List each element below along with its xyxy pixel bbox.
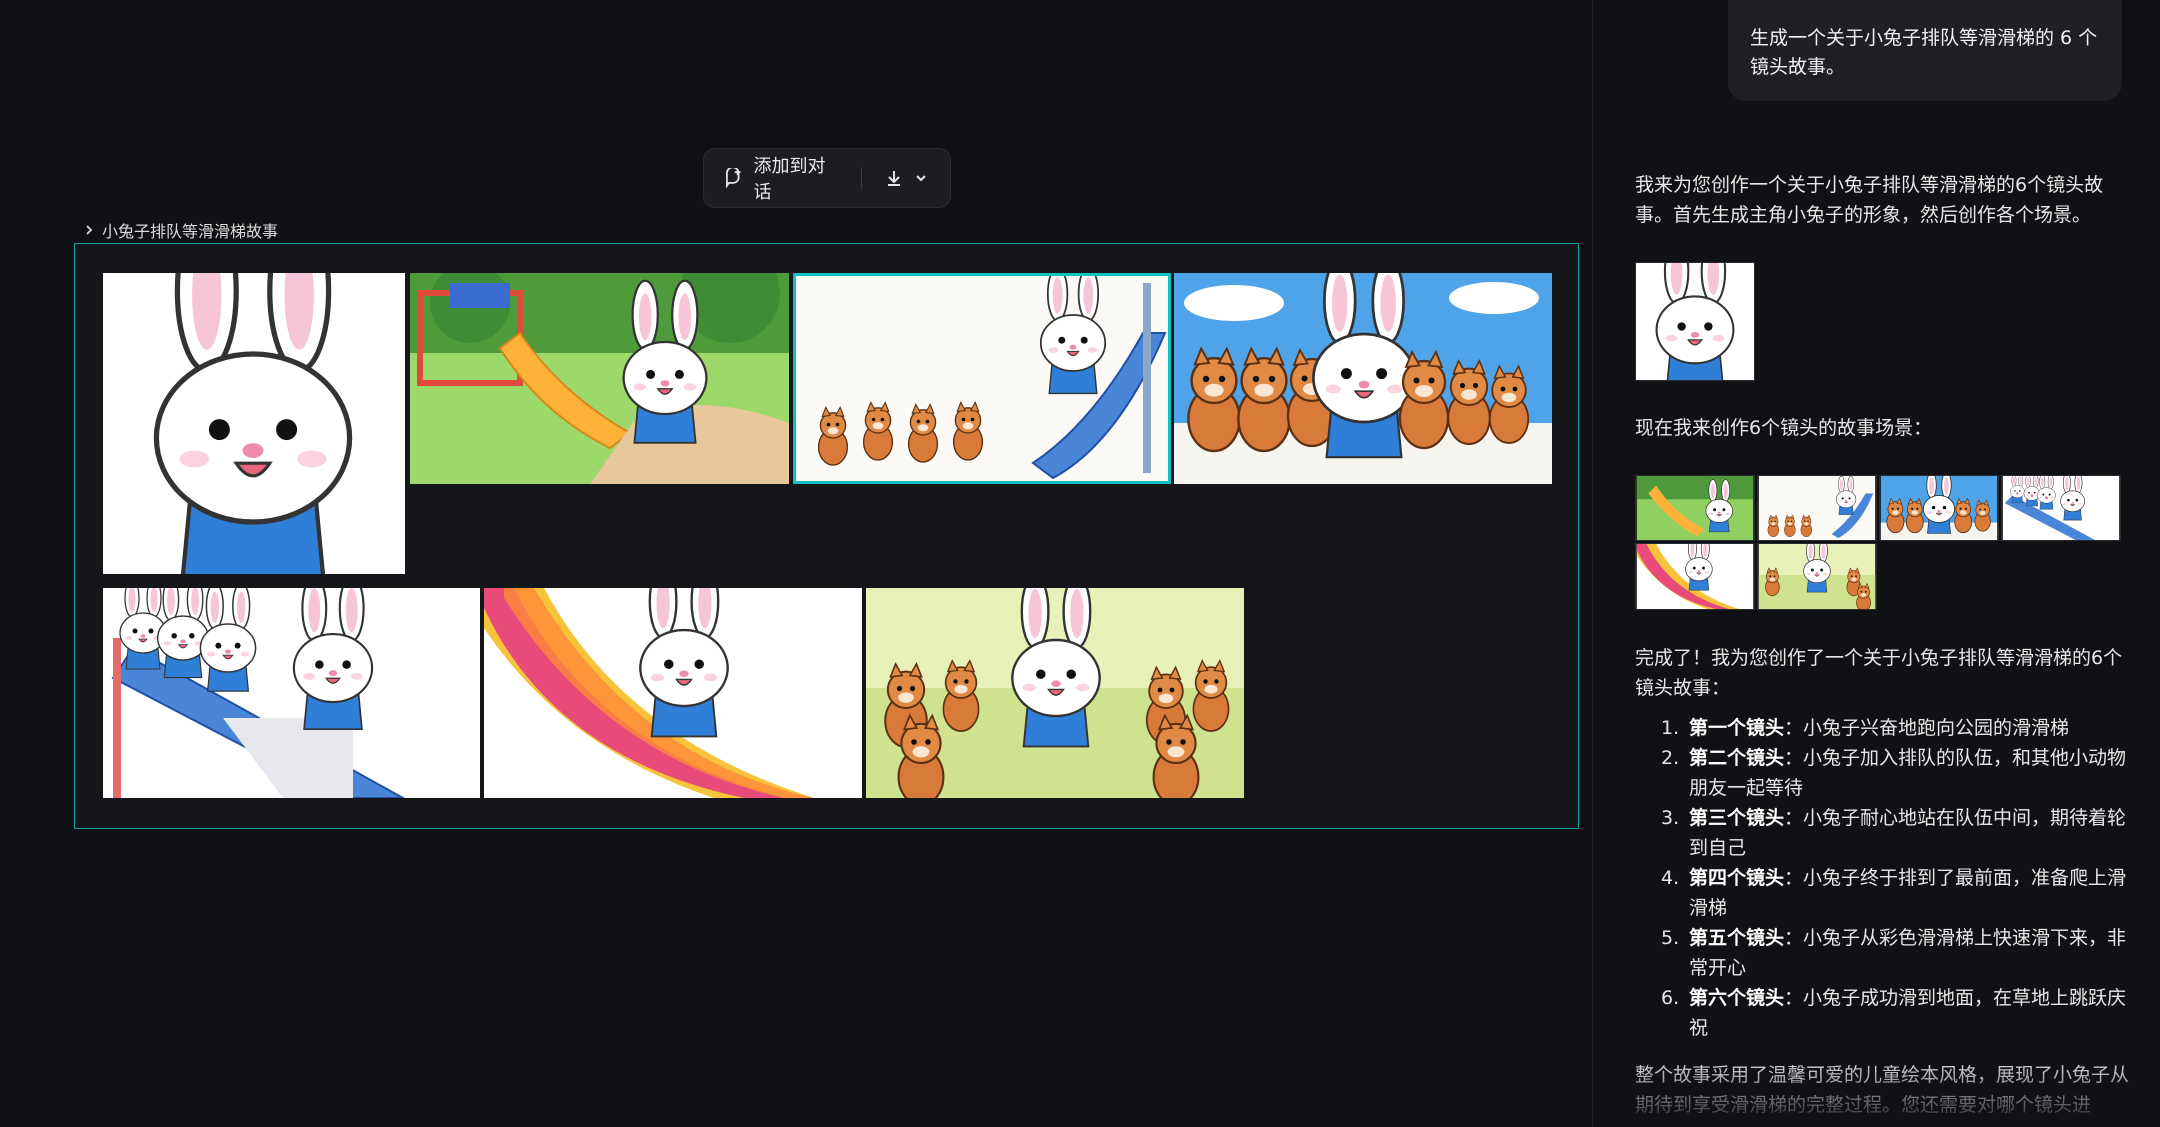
download-icon	[888, 171, 900, 186]
chat-thumb-3[interactable]	[1879, 475, 1999, 541]
chat-thumb-6[interactable]	[1757, 543, 1877, 610]
assistant-intro-text: 我来为您创作一个关于小兔子排队等滑滑梯的6个镜头故事。首先生成主角小兔子的形象，…	[1635, 174, 2104, 226]
rainbow-slide-illustration	[484, 588, 862, 798]
add-to-chat-icon	[726, 168, 741, 188]
assistant-done-text: 完成了！我为您创作了一个关于小兔子排队等滑滑梯的6个镜头故事：	[1635, 647, 2123, 699]
story-shot-item: 2. 第二个镜头：小兔子加入排队的队伍，和其他小动物朋友一起等待	[1661, 747, 2127, 799]
chat-thumb-portrait-illustration	[1636, 263, 1754, 380]
story-shot-item: 6. 第六个镜头：小兔子成功滑到地面，在草地上跳跃庆祝	[1661, 987, 2127, 1039]
image-group-frame	[74, 243, 1579, 829]
assistant-summary-text: 整个故事采用了温馨可爱的儿童绘本风格，展现了小兔子从期待到享受滑滑梯的完整过程。…	[1635, 1064, 2130, 1116]
chat-thumb-1[interactable]	[1635, 475, 1755, 541]
chat-thumb-4-illustration	[2002, 476, 2120, 540]
image-toolbar: 添加到对话	[703, 148, 951, 208]
canvas-image-rabbit-climb-stairs[interactable]	[103, 588, 480, 798]
canvas-image-rabbit-slide-down[interactable]	[484, 588, 862, 798]
story-shot-item: 4. 第四个镜头：小兔子终于排到了最前面，准备爬上滑滑梯	[1661, 867, 2127, 919]
canvas-image-rabbit-middle-of-line[interactable]	[1174, 273, 1552, 484]
playground-illustration	[410, 273, 789, 484]
story-shot-item: 3. 第三个镜头：小兔子耐心地站在队伍中间，期待着轮到自己	[1661, 807, 2127, 859]
rabbit-portrait-illustration	[103, 273, 405, 574]
story-shot-list: 1. 第一个镜头：小兔子兴奋地跑向公园的滑滑梯 2. 第二个镜头：小兔子加入排队的队…	[1635, 713, 2135, 1043]
chat-thumb-5[interactable]	[1635, 543, 1755, 610]
canvas-area: 添加到对话 小兔子排队等滑滑梯故事	[0, 0, 1592, 1127]
chat-thumb-3-illustration	[1880, 476, 1998, 540]
add-to-chat-button[interactable]: 添加到对话	[704, 149, 861, 207]
chat-thumb-4[interactable]	[2001, 475, 2121, 541]
chevron-right-icon	[86, 225, 93, 235]
user-message-bubble: 生成一个关于小兔子排队等滑滑梯的 6 个镜头故事。	[1728, 0, 2122, 101]
story-shot-item: 5. 第五个镜头：小兔子从彩色滑滑梯上快速滑下来，非常开心	[1661, 927, 2127, 979]
chat-thumb-6-illustration	[1758, 544, 1876, 609]
celebrate-illustration	[866, 588, 1244, 798]
lineup-illustration	[1174, 273, 1552, 484]
story-shot-item: 1. 第一个镜头：小兔子兴奋地跑向公园的滑滑梯	[1661, 717, 2070, 739]
chat-thumb-rabbit-portrait[interactable]	[1635, 262, 1755, 381]
chat-thumb-1-illustration	[1636, 476, 1754, 540]
chat-thumb-5-illustration	[1636, 544, 1754, 609]
image-group-title: 小兔子排队等滑滑梯故事	[102, 222, 279, 241]
queue-slide-illustration	[793, 273, 1171, 484]
canvas-image-rabbit-run-playground[interactable]	[410, 273, 789, 484]
assistant-scenes-text: 现在我来创作6个镜头的故事场景：	[1635, 417, 1933, 439]
stairs-illustration	[103, 588, 480, 798]
chat-thumb-2[interactable]	[1757, 475, 1877, 541]
canvas-image-animals-queue-slide[interactable]	[793, 273, 1171, 484]
canvas-image-rabbit-portrait[interactable]	[103, 273, 405, 574]
chat-thumb-2-illustration	[1758, 476, 1876, 540]
chat-panel: 生成一个关于小兔子排队等滑滑梯的 6 个镜头故事。 我来为您创作一个关于小兔子排…	[1593, 0, 2160, 1127]
chevron-down-icon	[916, 175, 926, 182]
add-to-chat-label: 添加到对话	[753, 156, 826, 203]
download-button[interactable]	[862, 149, 950, 207]
canvas-image-rabbit-celebrate-grass[interactable]	[866, 588, 1244, 798]
image-group-label[interactable]: 小兔子排队等滑滑梯故事	[84, 218, 278, 242]
